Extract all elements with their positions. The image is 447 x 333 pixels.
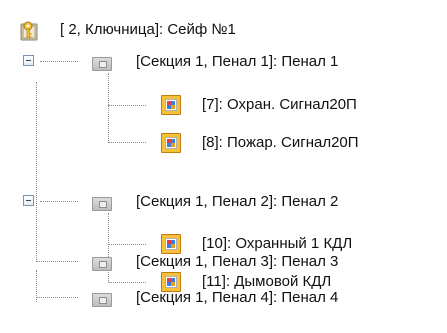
tree-connector [40,201,78,202]
device-tree: [ 2, Ключница]: Сейф №1 [Секция 1, Пенал… [0,0,447,333]
tree-node-label: [Секция 1, Пенал 1]: Пенал 1 [136,53,339,70]
tree-connector [108,142,146,143]
tree-node-label: [Секция 1, Пенал 4]: Пенал 4 [136,289,339,306]
tree-node-label: [ 2, Ключница]: Сейф №1 [60,21,236,38]
tree-node-label: [Секция 1, Пенал 3]: Пенал 3 [136,253,339,270]
tree-node-label: [7]: Охран. Сигнал20П [202,96,357,113]
collapse-button[interactable] [23,195,34,206]
collapse-button[interactable] [23,55,34,66]
tree-node-section-3[interactable]: [Секция 1, Пенал 3]: Пенал 3 [92,248,338,276]
tree-node-label: [8]: Пожар. Сигнал20П [202,134,359,151]
tree-node-sensor[interactable]: [8]: Пожар. Сигнал20П [161,129,359,157]
section-box-icon [92,196,112,211]
tree-connector [36,261,78,262]
tree-node-section-4[interactable]: [Секция 1, Пенал 4]: Пенал 4 [92,284,338,312]
tree-node-root[interactable]: [ 2, Ключница]: Сейф №1 [20,16,236,44]
tree-connector [108,73,109,143]
key-box-icon [20,20,40,41]
tree-connector [108,244,146,245]
sensor-icon [161,95,181,115]
tree-connector [108,282,146,283]
tree-connector [36,82,37,260]
sensor-icon [161,133,181,153]
tree-node-sensor[interactable]: [7]: Охран. Сигнал20П [161,91,357,119]
tree-node-label: [Секция 1, Пенал 2]: Пенал 2 [136,193,339,210]
tree-node-section-1[interactable]: [Секция 1, Пенал 1]: Пенал 1 [92,48,338,76]
tree-connector [36,297,78,298]
section-box-icon [92,256,112,271]
section-box-icon [92,56,112,71]
tree-connector [108,105,146,106]
tree-connector [40,61,78,62]
tree-node-section-2[interactable]: [Секция 1, Пенал 2]: Пенал 2 [92,188,338,216]
section-box-icon [92,292,112,307]
